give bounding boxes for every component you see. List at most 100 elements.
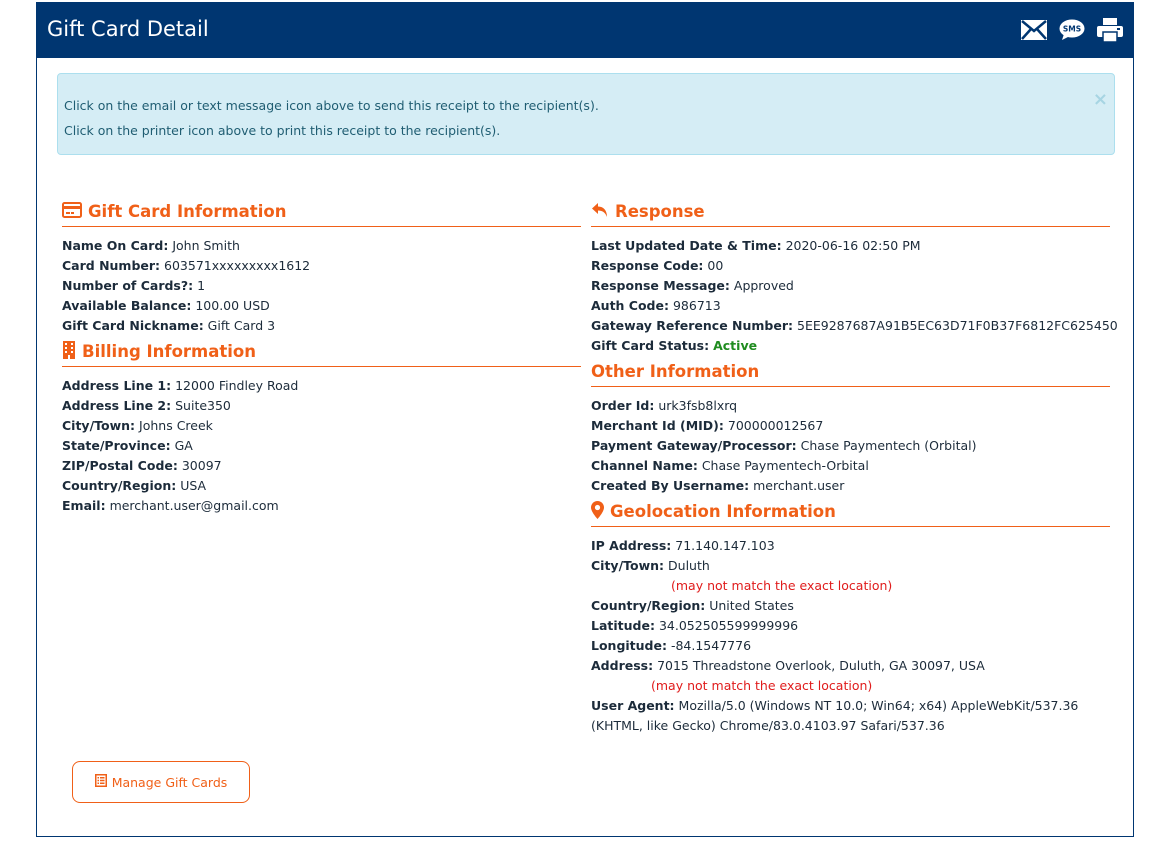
field-value: USA — [180, 478, 207, 493]
field-value: Johns Creek — [139, 418, 213, 433]
list-icon — [94, 774, 107, 790]
field-row-geo-city: City/Town: Duluth — [591, 556, 1110, 576]
field-label: Channel Name: — [591, 458, 698, 473]
address-location-warning: (may not match the exact location) — [651, 678, 873, 693]
field-row-merchant-id: Merchant Id (MID): 700000012567 — [591, 416, 1110, 436]
field-row-geo-country: Country/Region: United States — [591, 596, 1110, 616]
field-row-email: Email: merchant.user@gmail.com — [62, 496, 581, 516]
field-label: City/Town: — [62, 418, 136, 433]
field-value: United States — [709, 598, 794, 613]
info-alert: Click on the email or text message icon … — [57, 73, 1115, 155]
field-row-gateway-reference: Gateway Reference Number: 5EE9287687A91B… — [591, 316, 1118, 336]
field-value: Gift Card 3 — [207, 318, 276, 333]
field-value: GA — [174, 438, 193, 453]
field-value: merchant.user@gmail.com — [109, 498, 279, 513]
field-label: Merchant Id (MID): — [591, 418, 724, 433]
field-row-longitude: Longitude: -84.1547776 — [591, 636, 1110, 656]
email-icon[interactable] — [1021, 20, 1047, 40]
right-column: Response Last Updated Date & Time: 2020-… — [591, 201, 1118, 736]
manage-gift-cards-button[interactable]: Manage Gift Cards — [72, 761, 250, 803]
field-label: Gateway Reference Number: — [591, 318, 794, 333]
field-row-card-number: Card Number: 603571xxxxxxxxx1612 — [62, 256, 581, 276]
field-value: Approved — [733, 278, 794, 293]
field-value: 30097 — [181, 458, 222, 473]
field-value: 71.140.147.103 — [675, 538, 775, 553]
field-row-channel-name: Channel Name: Chase Paymentech-Orbital — [591, 456, 1110, 476]
geolocation-information-title: Geolocation Information — [610, 502, 836, 521]
field-row-response-code: Response Code: 00 — [591, 256, 1110, 276]
field-value: Duluth — [668, 558, 710, 573]
field-row-payment-gateway: Payment Gateway/Processor: Chase Payment… — [591, 436, 1110, 456]
geolocation-fields: IP Address: 71.140.147.103 City/Town: Du… — [591, 536, 1110, 736]
gift-card-fields: Name On Card: John Smith Card Number: 60… — [62, 236, 581, 336]
field-value: 5EE9287687A91B5EC63D71F0B37F6812FC625450 — [797, 318, 1118, 333]
field-value: 2020-06-16 02:50 PM — [785, 238, 921, 253]
field-value: 100.00 USD — [195, 298, 270, 313]
geolocation-information-heading: Geolocation Information — [591, 500, 1110, 527]
field-row-gift-card-status: Gift Card Status: Active — [591, 336, 1110, 356]
field-row-order-id: Order Id: urk3fsb8lxrq — [591, 396, 1110, 416]
field-row-address: Address: 7015 Threadstone Overlook, Dulu… — [591, 656, 1110, 676]
page-title: Gift Card Detail — [47, 17, 209, 41]
field-label: Address Line 1: — [62, 378, 172, 393]
field-label: Latitude: — [591, 618, 655, 633]
field-row-last-updated: Last Updated Date & Time: 2020-06-16 02:… — [591, 236, 1110, 256]
field-row-user-agent: User Agent: Mozilla/5.0 (Windows NT 10.0… — [591, 696, 1111, 736]
field-label: City/Town: — [591, 558, 665, 573]
field-row-gift-card-nickname: Gift Card Nickname: Gift Card 3 — [62, 316, 581, 336]
field-label: Longitude: — [591, 638, 667, 653]
field-label: Address Line 2: — [62, 398, 172, 413]
field-label: Number of Cards?: — [62, 278, 194, 293]
field-row-available-balance: Available Balance: 100.00 USD — [62, 296, 581, 316]
field-label: IP Address: — [591, 538, 672, 553]
field-label: Gift Card Status: — [591, 338, 710, 353]
billing-information-title: Billing Information — [82, 342, 256, 361]
field-label: Email: — [62, 498, 106, 513]
print-icon[interactable] — [1097, 18, 1123, 42]
field-label: Response Message: — [591, 278, 730, 293]
field-label: Auth Code: — [591, 298, 669, 313]
reply-icon — [591, 202, 609, 222]
left-column: Gift Card Information Name On Card: John… — [62, 201, 581, 516]
credit-card-icon — [62, 201, 82, 222]
billing-fields: Address Line 1: 12000 Findley Road Addre… — [62, 376, 581, 516]
field-row-auth-code: Auth Code: 986713 — [591, 296, 1110, 316]
close-icon[interactable]: × — [1093, 91, 1108, 109]
field-value: 700000012567 — [727, 418, 824, 433]
field-row-city: City/Town: Johns Creek — [62, 416, 581, 436]
alert-message-email: Click on the email or text message icon … — [64, 98, 599, 113]
map-marker-icon — [591, 500, 604, 523]
field-label: Last Updated Date & Time: — [591, 238, 782, 253]
field-value: 00 — [707, 258, 724, 273]
billing-information-heading: Billing Information — [62, 340, 581, 367]
field-value: Chase Paymentech-Orbital — [701, 458, 869, 473]
field-label: Country/Region: — [62, 478, 177, 493]
field-label: Payment Gateway/Processor: — [591, 438, 797, 453]
city-location-warning: (may not match the exact location) — [671, 578, 893, 593]
response-fields: Last Updated Date & Time: 2020-06-16 02:… — [591, 236, 1118, 356]
gift-card-information-heading: Gift Card Information — [62, 201, 581, 227]
gift-card-detail-panel: Gift Card Detail SMS Click on the email … — [36, 2, 1134, 837]
field-value: Suite350 — [175, 398, 231, 413]
sms-icon[interactable]: SMS — [1059, 19, 1085, 41]
field-value: urk3fsb8lxrq — [658, 398, 738, 413]
field-label: Card Number: — [62, 258, 161, 273]
building-icon — [62, 340, 76, 363]
field-label: Name On Card: — [62, 238, 169, 253]
field-label: State/Province: — [62, 438, 171, 453]
response-heading: Response — [591, 201, 1110, 227]
field-value: John Smith — [172, 238, 240, 253]
field-value: 986713 — [672, 298, 721, 313]
field-value: merchant.user — [753, 478, 845, 493]
field-label: Address: — [591, 658, 654, 673]
field-row-latitude: Latitude: 34.052505599999996 — [591, 616, 1110, 636]
field-value: 1 — [197, 278, 206, 293]
field-row-response-message: Response Message: Approved — [591, 276, 1110, 296]
field-row-address-line-2: Address Line 2: Suite350 — [62, 396, 581, 416]
field-value: 12000 Findley Road — [175, 378, 299, 393]
field-value: 603571xxxxxxxxx1612 — [164, 258, 311, 273]
field-label: Response Code: — [591, 258, 704, 273]
field-label: Available Balance: — [62, 298, 192, 313]
field-value: -84.1547776 — [670, 638, 752, 653]
field-row-created-by: Created By Username: merchant.user — [591, 476, 1110, 496]
